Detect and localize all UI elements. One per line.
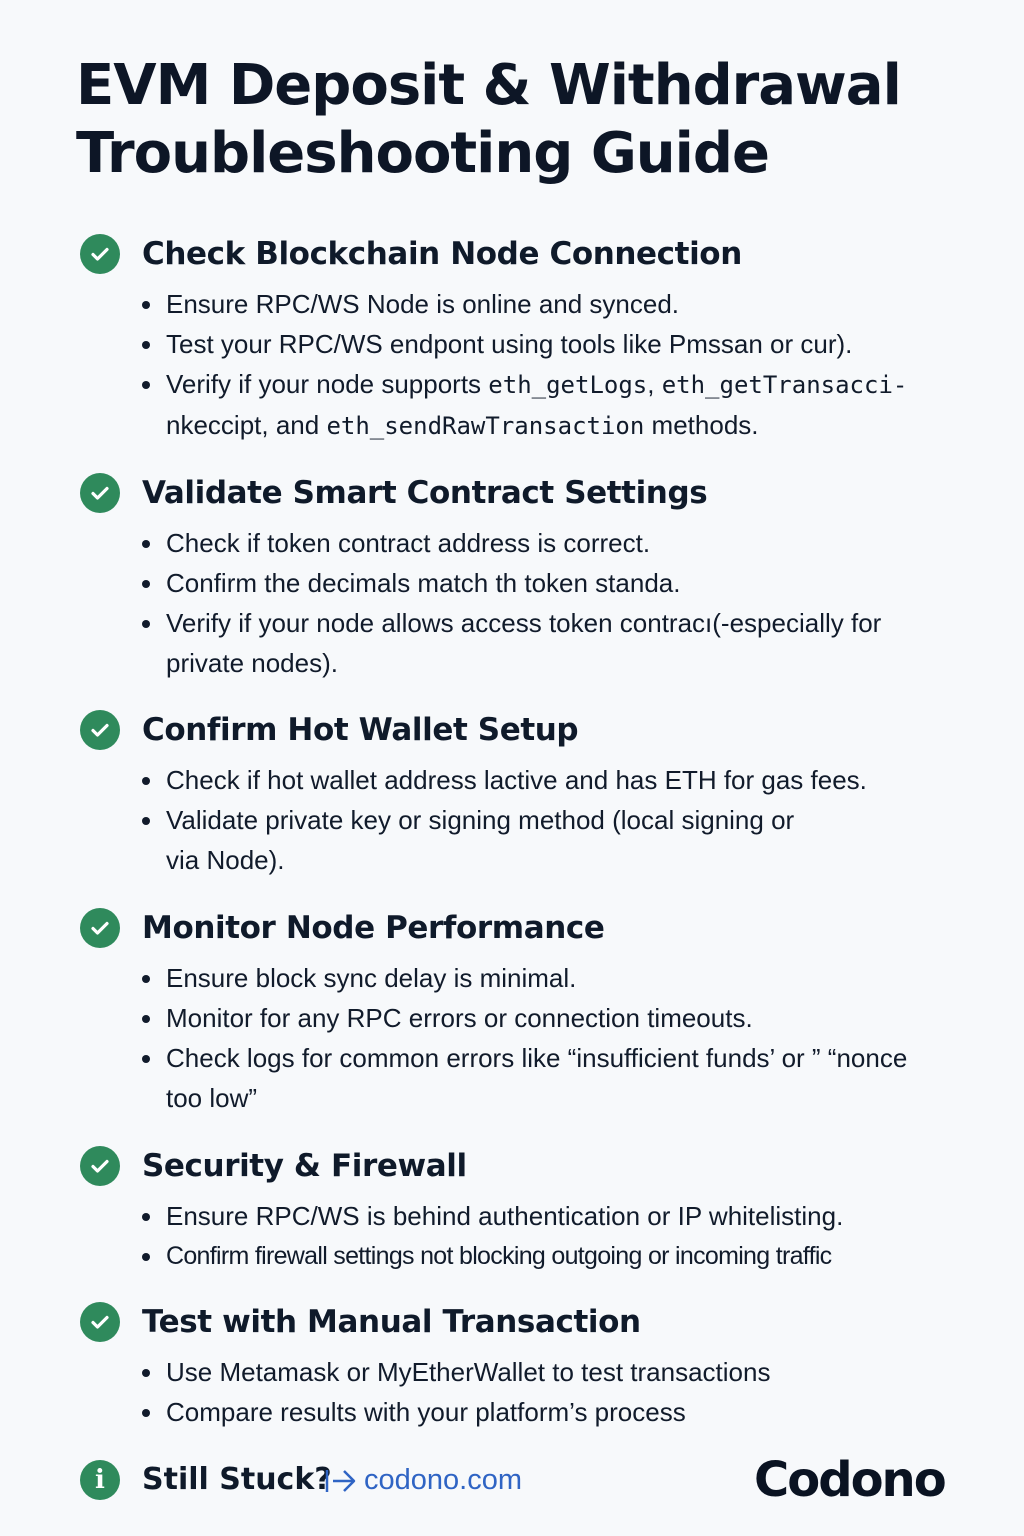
item-text: nkeccipt, and <box>166 410 327 440</box>
list-item: Confirm the decimals match th token stan… <box>142 563 962 603</box>
method-name: eth_getTransacci‑ <box>661 371 908 399</box>
method-name: eth_getLogs <box>488 371 648 399</box>
info-circle-icon: i <box>80 1460 120 1500</box>
item-text: methods. <box>644 410 759 440</box>
section-title: Security & Firewall <box>142 1148 467 1184</box>
list-item: Ensure block sync delay is minimal. <box>142 958 962 998</box>
bullet-list: Ensure RPC/WS Node is online and synced.… <box>142 284 962 446</box>
page-title-line-2: Troubleshooting Guide <box>76 121 770 186</box>
section-title: Confirm Hot Wallet Setup <box>142 712 579 748</box>
method-name: eth_sendRawTransaction <box>326 412 645 440</box>
check-circle-icon <box>80 908 120 948</box>
list-item: Check logs for common errors like “insuf… <box>142 1038 916 1118</box>
section-node-connection: Check Blockchain Node Connection Ensure … <box>80 232 960 440</box>
section-title: Validate Smart Contract Settings <box>142 475 708 511</box>
section-manual-transaction: Test with Manual Transaction Use Metamas… <box>80 1300 960 1427</box>
section-smart-contract: Validate Smart Contract Settings Check i… <box>80 471 960 678</box>
list-item: Compare results with your platform’s pro… <box>142 1392 962 1432</box>
page-title: EVM Deposit & Withdrawal Troubleshooting… <box>76 52 976 188</box>
bullet-list: Ensure RPC/WS is behind authentication o… <box>142 1196 962 1276</box>
list-item: Ensure RPC/WS is behind authentication o… <box>142 1196 962 1236</box>
bullet-list: Check if token contract address is corre… <box>142 523 962 683</box>
list-item: Verify if your node supports eth_getLogs… <box>142 364 962 446</box>
bullet-list: Ensure block sync delay is minimal. Moni… <box>142 958 962 1118</box>
arrow-right-icon <box>324 1466 358 1501</box>
list-item: Monitor for any RPC errors or connection… <box>142 998 962 1038</box>
check-circle-icon <box>80 1146 120 1186</box>
list-item: Confirm firewall settings not blocking o… <box>142 1236 962 1276</box>
page-title-line-1: EVM Deposit & Withdrawal <box>76 53 902 118</box>
check-circle-icon <box>80 710 120 750</box>
section-title: Monitor Node Performance <box>142 910 605 946</box>
section-hot-wallet: Confirm Hot Wallet Setup Check if hot wa… <box>80 708 960 875</box>
bullet-list: Check if hot wallet address lactive and … <box>142 760 962 880</box>
list-item: Validate private key or signing method (… <box>142 800 806 880</box>
check-circle-icon <box>80 234 120 274</box>
check-circle-icon <box>80 473 120 513</box>
list-item: Ensure RPC/WS Node is online and synced. <box>142 284 962 324</box>
check-circle-icon <box>80 1302 120 1342</box>
item-text: Verify if your node supports <box>166 369 489 399</box>
list-item: Check if hot wallet address lactive and … <box>142 760 962 800</box>
codono-link[interactable]: codono.com <box>364 1460 522 1500</box>
footer: i Still Stuck? codono.com Codono <box>80 1452 960 1508</box>
brand-logo: Codono <box>754 1452 947 1508</box>
section-title: Check Blockchain Node Connection <box>142 236 742 272</box>
list-item: Check if token contract address is corre… <box>142 523 962 563</box>
list-item: Use Metamask or MyEtherWallet to test tr… <box>142 1352 962 1392</box>
guide-page: EVM Deposit & Withdrawal Troubleshooting… <box>0 0 1024 1536</box>
bullet-list: Use Metamask or MyEtherWallet to test tr… <box>142 1352 962 1432</box>
section-title: Test with Manual Transaction <box>142 1304 641 1340</box>
item-text: , <box>647 369 662 399</box>
list-item: Verify if your node allows access token … <box>142 603 962 683</box>
section-security-firewall: Security & Firewall Ensure RPC/WS is beh… <box>80 1144 960 1270</box>
section-node-performance: Monitor Node Performance Ensure block sy… <box>80 906 960 1113</box>
still-stuck-label: Still Stuck? <box>142 1462 332 1497</box>
list-item: Test your RPC/WS endpont using tools lik… <box>142 324 962 364</box>
